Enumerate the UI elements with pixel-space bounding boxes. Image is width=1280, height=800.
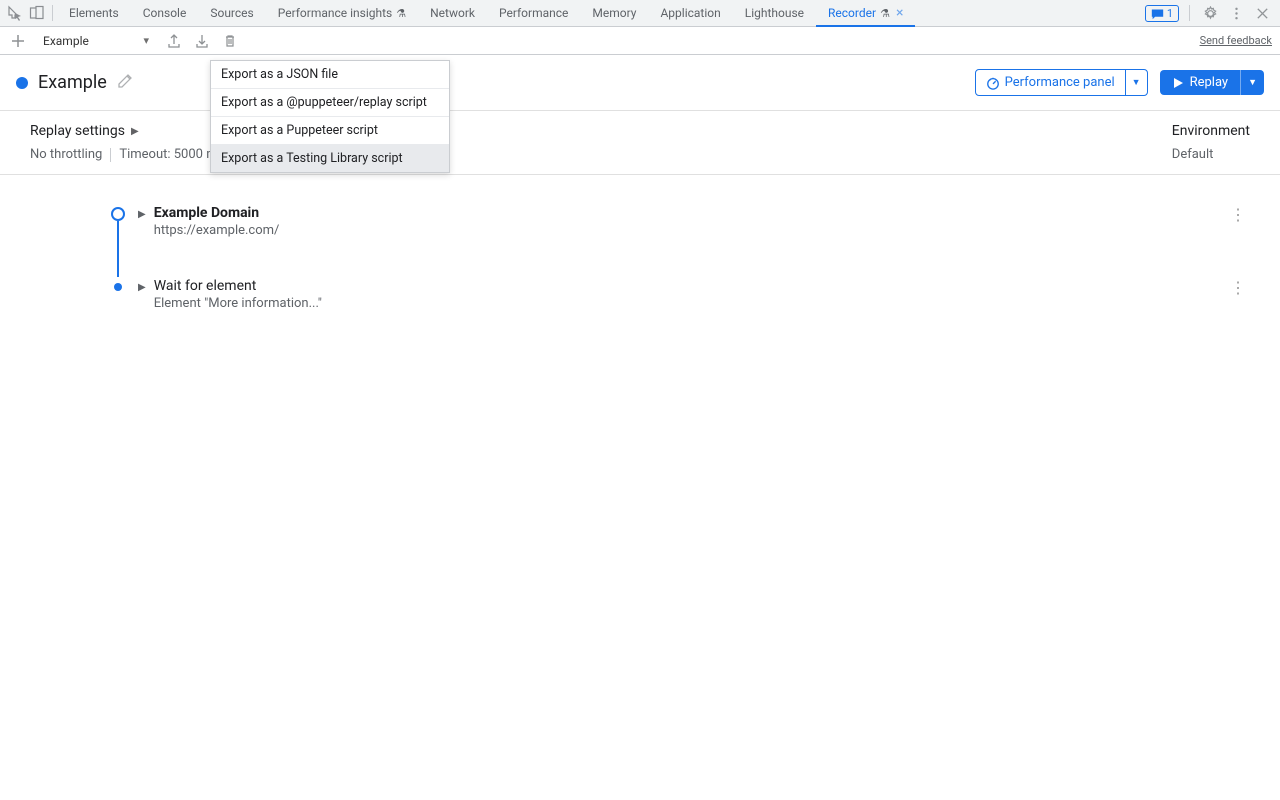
tab-label: Elements xyxy=(69,6,119,20)
marker-circle-icon xyxy=(111,207,125,221)
environment-label: Environment xyxy=(1172,123,1250,139)
tab-label: Network xyxy=(430,6,475,20)
throttling-value: No throttling xyxy=(30,147,102,162)
caret-right-icon: ▶ xyxy=(131,126,139,137)
record-status-dot xyxy=(16,77,28,89)
replay-button-caret[interactable]: ▼ xyxy=(1240,70,1264,95)
new-recording-icon[interactable] xyxy=(8,31,28,51)
export-menu-item[interactable]: Export as a @puppeteer/replay script xyxy=(211,89,449,117)
title-actions: Performance panel ▼ Replay ▼ xyxy=(975,69,1264,96)
tab-label: Performance xyxy=(499,6,568,20)
recording-select-value: Example xyxy=(43,34,89,48)
step-marker xyxy=(110,205,126,221)
tab-recorder[interactable]: Recorder ⚗ × xyxy=(816,0,915,26)
step-title: Example Domain xyxy=(154,205,1230,221)
performance-panel-label: Performance panel xyxy=(1005,75,1115,90)
settings-right: Environment Default xyxy=(1172,123,1250,162)
settings-gear-icon[interactable] xyxy=(1200,3,1220,23)
replay-settings-label: Replay settings xyxy=(30,123,125,139)
timeout-value: Timeout: 5000 ms xyxy=(119,147,224,162)
replay-settings-toggle[interactable]: Replay settings ▶ xyxy=(30,123,224,139)
export-menu-item[interactable]: Export as a Puppeteer script xyxy=(211,117,449,145)
device-toolbar-icon[interactable] xyxy=(26,2,48,24)
tab-label: Sources xyxy=(210,6,253,20)
step-connector xyxy=(117,221,119,277)
marker-dot-icon xyxy=(114,283,122,291)
more-menu-icon[interactable] xyxy=(1226,3,1246,23)
tab-label: Performance insights xyxy=(278,6,393,20)
tab-network[interactable]: Network xyxy=(418,0,487,26)
step-subtitle: Element "More information..." xyxy=(154,296,1230,311)
tab-label: Application xyxy=(660,6,720,20)
flask-icon: ⚗ xyxy=(396,7,406,20)
tab-performance-insights[interactable]: Performance insights⚗ xyxy=(266,0,418,26)
delete-icon[interactable] xyxy=(220,31,240,51)
tab-sources[interactable]: Sources xyxy=(198,0,265,26)
step-expand-caret[interactable]: ▶ xyxy=(138,282,146,293)
inspect-element-icon[interactable] xyxy=(4,2,26,24)
tab-performance[interactable]: Performance xyxy=(487,0,580,26)
recording-title-row: Example Performance panel ▼ Replay ▼ xyxy=(0,55,1280,111)
recorder-toolbar: Example ▾ Send feedback xyxy=(0,27,1280,55)
tab-bar-left-icons xyxy=(4,0,57,26)
tab-label: Console xyxy=(143,6,187,20)
settings-row: Replay settings ▶ No throttling Timeout:… xyxy=(0,111,1280,175)
tab-bar-right: 1 xyxy=(1145,3,1276,23)
export-menu-item[interactable]: Export as a JSON file xyxy=(211,61,449,89)
step-content[interactable]: Example Domain https://example.com/ xyxy=(154,205,1230,238)
tab-console[interactable]: Console xyxy=(131,0,199,26)
step-marker xyxy=(110,278,126,291)
settings-left: Replay settings ▶ No throttling Timeout:… xyxy=(30,123,224,162)
tab-lighthouse[interactable]: Lighthouse xyxy=(733,0,816,26)
export-icon[interactable] xyxy=(164,31,184,51)
close-devtools-icon[interactable] xyxy=(1252,3,1272,23)
performance-panel-button[interactable]: Performance panel ▼ xyxy=(975,69,1148,96)
steps-area: ▶Example Domainhttps://example.com/⋮▶Wai… xyxy=(0,175,1280,341)
replay-button-main[interactable]: Replay xyxy=(1160,70,1241,95)
settings-values: No throttling Timeout: 5000 ms xyxy=(30,147,224,162)
title-left: Example xyxy=(16,72,133,93)
tab-divider xyxy=(1189,5,1190,21)
step-more-icon[interactable]: ⋮ xyxy=(1230,205,1246,223)
recording-title: Example xyxy=(38,72,107,93)
export-menu-item[interactable]: Export as a Testing Library script xyxy=(211,145,449,172)
close-tab-icon[interactable]: × xyxy=(896,6,903,20)
recorder-toolbar-left: Example ▾ xyxy=(8,27,240,54)
tab-label: Recorder xyxy=(828,6,876,20)
step-more-icon[interactable]: ⋮ xyxy=(1230,278,1246,296)
recording-select[interactable]: Example ▾ xyxy=(36,31,156,51)
step-subtitle: https://example.com/ xyxy=(154,223,1230,238)
tab-label: Memory xyxy=(592,6,636,20)
step-expand-caret[interactable]: ▶ xyxy=(138,209,146,220)
issues-badge[interactable]: 1 xyxy=(1145,5,1179,22)
replay-button[interactable]: Replay ▼ xyxy=(1160,70,1264,95)
step-item: ▶ Wait for element Element "More informati… xyxy=(110,278,1250,311)
send-feedback-link[interactable]: Send feedback xyxy=(1200,34,1272,47)
import-icon[interactable] xyxy=(192,31,212,51)
tab-memory[interactable]: Memory xyxy=(580,0,648,26)
flask-icon: ⚗ xyxy=(880,7,890,20)
issues-count: 1 xyxy=(1167,7,1173,20)
tab-application[interactable]: Application xyxy=(648,0,732,26)
chevron-down-icon: ▾ xyxy=(143,34,149,47)
tab-divider xyxy=(52,5,53,21)
settings-divider xyxy=(110,148,111,162)
environment-value: Default xyxy=(1172,147,1214,162)
step-title: Wait for element xyxy=(154,278,1230,294)
tab-label: Lighthouse xyxy=(745,6,804,20)
performance-panel-button-main[interactable]: Performance panel xyxy=(976,70,1125,95)
step-item: ▶ Example Domain https://example.com/⋮ xyxy=(110,205,1250,238)
tab-elements[interactable]: Elements xyxy=(57,0,131,26)
export-menu: Export as a JSON fileExport as a @puppet… xyxy=(210,60,450,173)
edit-title-icon[interactable] xyxy=(117,73,133,92)
performance-panel-caret[interactable]: ▼ xyxy=(1125,70,1147,95)
replay-button-label: Replay xyxy=(1190,75,1229,90)
step-content[interactable]: Wait for element Element "More informatio… xyxy=(154,278,1230,311)
devtools-tab-bar: Elements Console Sources Performance insigh… xyxy=(0,0,1280,27)
tabs-container: Elements Console Sources Performance insigh… xyxy=(57,0,1145,26)
